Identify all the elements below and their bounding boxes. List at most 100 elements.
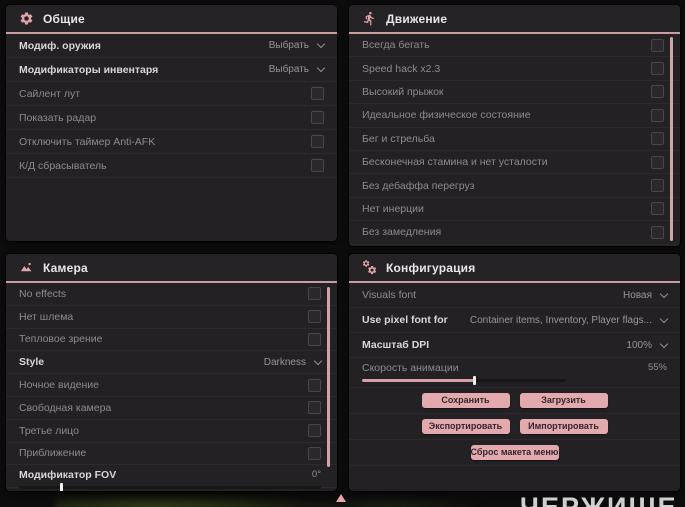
action-button[interactable]: Экспортировать: [421, 419, 510, 434]
slider-value: 0°: [311, 469, 321, 481]
slider[interactable]: [19, 483, 321, 491]
setting-label: Бег и стрельба: [362, 132, 435, 145]
chevron-down-icon: [659, 339, 669, 348]
checkbox[interactable]: [651, 85, 664, 99]
setting-row-checkbox: Нет шлема: [6, 306, 337, 329]
setting-label: Отключить таймер Anti-AFK: [19, 135, 156, 148]
panel-camera: Камера No effects Нет шлема Тепловое зрени…: [6, 254, 337, 491]
action-button[interactable]: Сохранить: [421, 393, 510, 408]
setting-label: Приближение: [19, 447, 87, 460]
setting-row-dropdown: Масштаб DPI 100%: [349, 333, 680, 358]
dropdown[interactable]: Container items, Inventory, Player flags…: [470, 314, 669, 326]
setting-row-slider: Скорость анимации 55%: [349, 358, 680, 388]
checkbox[interactable]: [651, 132, 664, 146]
setting-row-checkbox: No effects: [6, 283, 337, 306]
setting-label: Тепловое зрение: [19, 333, 103, 346]
setting-row-checkbox: Нет инерции: [349, 198, 680, 222]
slider[interactable]: [362, 376, 567, 385]
setting-label: Свободная камера: [19, 401, 112, 414]
checkbox[interactable]: [308, 424, 321, 438]
setting-label: Всегда бегать: [362, 39, 430, 52]
panel-title: Движение: [386, 11, 448, 26]
slider-fill: [362, 379, 475, 382]
panel-general-body: Модиф. оружия Выбрать Модификаторы инвента…: [6, 34, 337, 178]
setting-label: Use pixel font for: [362, 314, 448, 326]
watermark-text: ЧЕРЖИШЕ: [520, 492, 678, 507]
game-background-grass: [300, 497, 480, 507]
runner-icon: [362, 11, 377, 26]
checkbox[interactable]: [651, 225, 664, 239]
chevron-down-icon: [659, 289, 669, 298]
setting-row-checkbox: Бесконечная стамина и нет усталости: [349, 151, 680, 175]
checkbox[interactable]: [651, 38, 664, 52]
setting-label: Бесконечная стамина и нет усталости: [362, 156, 548, 169]
setting-row-checkbox: Сайлент лут: [6, 82, 337, 106]
setting-label: Нет инерции: [362, 202, 424, 215]
setting-label: Style: [19, 356, 45, 369]
checkbox[interactable]: [311, 87, 324, 100]
image-icon: [19, 260, 34, 275]
slider-value: 55%: [647, 362, 667, 373]
gear-icon: [19, 11, 34, 26]
setting-row-dropdown: Use pixel font for Container items, Inven…: [349, 308, 680, 333]
checkbox[interactable]: [308, 401, 321, 415]
panel-movement-body: Всегда бегать Speed hack x2.3 Высокий прыж…: [349, 34, 680, 245]
setting-row-checkbox: К/Д сбрасыватель: [6, 154, 337, 178]
setting-row-buttons: Сброс макета меню: [349, 440, 680, 466]
checkbox[interactable]: [651, 155, 664, 169]
setting-row-checkbox: Показать радар: [6, 106, 337, 130]
chevron-down-icon: [313, 356, 323, 366]
dropdown[interactable]: Выбрать: [269, 63, 326, 75]
action-button[interactable]: Импортировать: [519, 419, 608, 434]
setting-row-checkbox: Бег и стрельба: [349, 128, 680, 151]
checkbox[interactable]: [308, 378, 321, 392]
scrollbar[interactable]: [670, 37, 673, 241]
setting-row-checkbox: Приближение: [6, 443, 337, 466]
checkbox[interactable]: [651, 62, 664, 76]
checkbox[interactable]: [308, 287, 321, 301]
action-button[interactable]: Загрузить: [519, 393, 608, 408]
checkbox[interactable]: [651, 202, 664, 216]
setting-label: Модиф. оружия: [19, 39, 101, 52]
checkbox[interactable]: [651, 108, 664, 122]
scrollbar[interactable]: [327, 287, 330, 467]
setting-label: Масштаб DPI: [362, 339, 430, 351]
setting-label: Показать радар: [19, 111, 97, 124]
setting-row-checkbox: Ночное видение: [6, 374, 337, 397]
checkbox[interactable]: [308, 446, 321, 460]
setting-label: Visuals font: [362, 289, 417, 301]
chevron-down-icon: [316, 63, 326, 73]
checkbox[interactable]: [311, 135, 324, 148]
checkbox[interactable]: [651, 179, 664, 193]
dropdown-value: Новая: [623, 289, 652, 301]
setting-row-checkbox: Высокий прыжок: [349, 81, 680, 105]
setting-label: Идеальное физическое состояние: [362, 109, 531, 122]
panel-camera-header: Камера: [6, 254, 337, 283]
panel-config-body: Visuals font Новая Use pixel font for Conta…: [349, 283, 680, 466]
setting-row-checkbox: Тепловое зрение: [6, 329, 337, 352]
setting-row-dropdown: Style Darkness: [6, 351, 337, 375]
setting-label: Скорость анимации: [362, 362, 459, 374]
setting-label: Третье лицо: [19, 424, 79, 437]
slider-knob[interactable]: [473, 376, 477, 385]
checkbox[interactable]: [308, 332, 321, 346]
setting-label: No effects: [19, 287, 67, 300]
setting-row-checkbox: Всегда бегать: [349, 34, 680, 58]
setting-label: Без дебаффа перегруз: [362, 179, 475, 192]
dropdown[interactable]: 100%: [626, 339, 669, 351]
panel-config-header: Конфигурация: [349, 254, 680, 283]
dropdown[interactable]: Darkness: [263, 356, 323, 368]
slider-knob[interactable]: [60, 483, 64, 491]
checkbox[interactable]: [311, 159, 324, 172]
setting-label: Высокий прыжок: [362, 85, 444, 98]
action-button[interactable]: Сброс макета меню: [470, 445, 559, 460]
checkbox[interactable]: [308, 310, 321, 324]
dropdown-value: Darkness: [263, 356, 306, 368]
setting-label: Модификаторы инвентаря: [19, 63, 159, 76]
mouse-cursor: [336, 494, 346, 502]
dropdown[interactable]: Новая: [623, 289, 669, 301]
dropdown[interactable]: Выбрать: [268, 39, 326, 51]
setting-row-dropdown: Модиф. оружия Выбрать: [6, 34, 337, 58]
checkbox[interactable]: [311, 111, 324, 124]
dropdown-value: Выбрать: [268, 40, 309, 51]
